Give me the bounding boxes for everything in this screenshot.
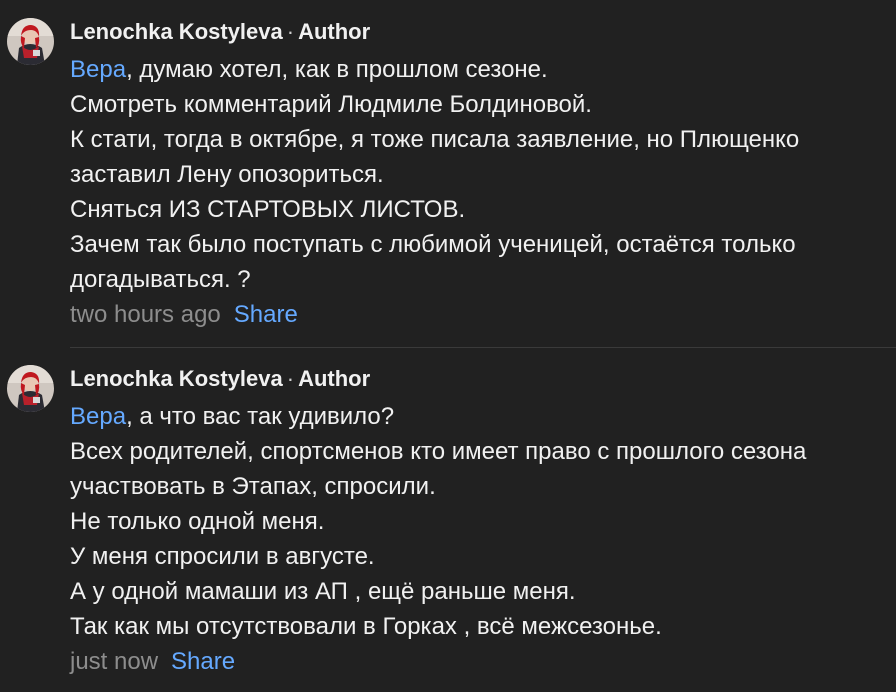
comment-line: заставил Лену опозориться. xyxy=(70,161,384,188)
comment-line: Не только одной меня. xyxy=(70,508,325,535)
comment-line-text: , думаю хотел, как в прошлом сезоне. xyxy=(126,56,548,83)
comment-line: Сняться ИЗ СТАРТОВЫХ ЛИСТОВ. xyxy=(70,196,466,223)
comment-divider xyxy=(70,347,896,348)
comment-line: У меня спросили в августе. xyxy=(70,543,375,570)
comment-line: А у одной мамаши из АП , ещё раньше меня… xyxy=(70,578,576,605)
author-name[interactable]: Lenochka Kostyleva xyxy=(70,366,283,391)
comment-line-text: , а что вас так удивило? xyxy=(126,403,395,430)
comment-meta: just now Share xyxy=(70,645,888,679)
avatar-photo-icon xyxy=(7,18,54,65)
author-separator: · xyxy=(286,366,295,391)
avatar[interactable] xyxy=(7,18,54,65)
author-name[interactable]: Lenochka Kostyleva xyxy=(70,19,283,44)
comment-timestamp: just now xyxy=(70,648,159,675)
comment-timestamp: two hours ago xyxy=(70,301,221,328)
mention-link[interactable]: Вера xyxy=(70,56,126,83)
comment-line: К стати, тогда в октябре, я тоже писала … xyxy=(70,126,800,153)
comment-body: Lenochka Kostyleva · Author Вера, думаю хо… xyxy=(70,12,888,332)
share-button[interactable]: Share xyxy=(171,648,235,675)
comment-text: Вера, а что вас так удивило? Всех родите… xyxy=(70,399,888,644)
author-badge: Author xyxy=(298,366,371,391)
comment-header: Lenochka Kostyleva · Author xyxy=(70,12,888,52)
comment-line: Вера, а что вас так удивило? xyxy=(70,399,888,434)
comment-line: участвовать в Этапах, спросили. xyxy=(70,473,436,500)
comment-line: Зачем так было поступать с любимой учени… xyxy=(70,231,796,258)
comment-line: Так как мы отсутствовали в Горках , всё … xyxy=(70,613,662,640)
author-separator: · xyxy=(286,19,295,44)
comment-header: Lenochka Kostyleva · Author xyxy=(70,359,888,399)
comment-line: догадываться. ? xyxy=(70,266,251,293)
comment-line: Всех родителей, спортсменов кто имеет пр… xyxy=(70,438,807,465)
comment-body: Lenochka Kostyleva · Author Вера, а что ва… xyxy=(70,359,888,679)
avatar[interactable] xyxy=(7,365,54,412)
comment-text: Вера, думаю хотел, как в прошлом сезоне.… xyxy=(70,52,888,297)
mention-link[interactable]: Вера xyxy=(70,403,126,430)
author-badge: Author xyxy=(298,19,371,44)
share-button[interactable]: Share xyxy=(234,301,298,328)
comment-line: Смотреть комментарий Людмиле Болдиновой. xyxy=(70,91,592,118)
comment-meta: two hours ago Share xyxy=(70,298,888,332)
comment-line: Вера, думаю хотел, как в прошлом сезоне. xyxy=(70,52,888,87)
avatar-photo-icon xyxy=(7,365,54,412)
